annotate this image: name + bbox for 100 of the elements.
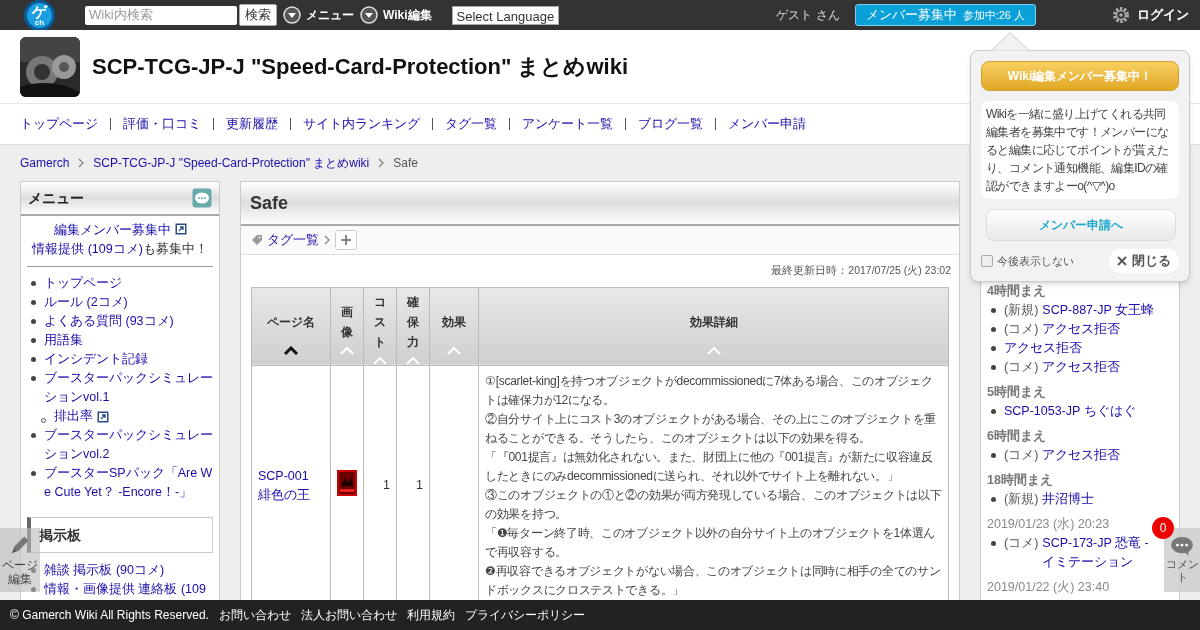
popup-message: Wikiを一緒に盛り上げてくれる共同編集者を募集中です！メンバーになると編集に応じてポイントが貰えたり、コメント通知機能、編集IDの確認ができますよーo(^▽^)o — [981, 101, 1179, 199]
nav-link[interactable]: アンケート一覧 — [522, 114, 613, 134]
effect-text: 「『001提言』は無効化されない。また、財団上に他の『001提言』が新たに収容違反したときにのみdecommissionedに送られ、それ以外でサイト上を離れない。」 — [485, 448, 934, 485]
site-title[interactable]: SCP-TCG-JP-J "Speed-Card-Protection" まとめwiki — [92, 50, 629, 83]
chevron-icon — [377, 158, 386, 168]
menu-link[interactable]: トップページ — [44, 274, 122, 293]
column-header[interactable]: 画像 — [330, 287, 364, 366]
nav-link[interactable]: タグ一覧 — [445, 114, 497, 134]
bullet-icon — [31, 281, 36, 286]
change-type: (新規) — [1004, 491, 1039, 508]
footer-link[interactable]: 利用規約 — [406, 606, 455, 624]
bullet-icon — [991, 497, 996, 502]
bullet-icon — [991, 409, 996, 414]
info-link[interactable]: 情報提供 (109コメ) — [32, 242, 143, 256]
footer-link[interactable]: お問い合わせ — [218, 606, 291, 624]
page-edit-button[interactable]: ページ編集 — [0, 528, 40, 592]
update-time: 5時間まえ — [987, 384, 1046, 401]
popup-title: Wiki編集メンバー募集中！ — [981, 61, 1179, 91]
bullet-icon — [991, 308, 996, 313]
chevron-icon — [77, 158, 86, 168]
recruit-link[interactable]: 編集メンバー募集中 — [53, 223, 171, 237]
update-link[interactable]: アクセス拒否 — [1042, 320, 1121, 339]
column-header[interactable]: ページ名 — [251, 287, 331, 366]
bullet-icon — [991, 453, 996, 458]
bullet-icon — [991, 365, 996, 370]
external-link-icon — [174, 223, 187, 235]
bullet-icon — [31, 319, 36, 324]
bullet-icon — [31, 300, 36, 305]
nav-link[interactable]: ブログ一覧 — [638, 114, 703, 134]
update-time: 18時間まえ — [987, 472, 1053, 489]
panel-title: メニュー — [28, 188, 84, 208]
login-button[interactable]: ログイン — [1137, 5, 1189, 25]
column-header[interactable]: 効果 — [429, 287, 479, 366]
menu-dropdown[interactable]: メニュー — [283, 6, 354, 24]
change-type: (コメ) — [1004, 535, 1039, 552]
menu-link[interactable]: インシデント記録 — [44, 350, 148, 369]
menu-link[interactable]: ブースターパックシミュレーションvol.1 — [44, 369, 213, 407]
search-field[interactable]: Wiki内検索 — [85, 5, 237, 25]
tags-link[interactable]: タグ一覧 — [267, 230, 319, 250]
update-link[interactable]: アクセス拒否 — [1042, 358, 1121, 377]
menu-dropdown[interactable]: Wiki編集 — [360, 6, 432, 24]
menu-link[interactable]: ブースターパックシミュレーションvol.2 — [44, 426, 213, 464]
close-button[interactable]: 閉じる — [1109, 249, 1179, 273]
bullet-icon — [31, 338, 36, 343]
bullet-icon — [31, 587, 36, 592]
copyright-text: © Gamerch Wiki All Rights Reserved. — [10, 607, 209, 624]
checkbox[interactable] — [981, 255, 993, 267]
nav-link[interactable]: 評価・口コミ — [123, 114, 201, 134]
effect-text: ❷再収容できるオブジェクトがない場合、このオブジェクトは同時に相手の全てのサンドボックスにクロステストできる。」 — [485, 562, 942, 599]
update-time: 4時間まえ — [987, 283, 1046, 300]
pencil-icon — [9, 534, 31, 556]
change-type: (新規) — [1004, 302, 1039, 319]
footer-link[interactable]: プライバシーポリシー — [464, 606, 585, 624]
bullet-icon — [31, 568, 36, 573]
language-select[interactable]: Select Language — [451, 5, 560, 25]
sort-icon[interactable] — [284, 345, 298, 355]
column-header[interactable]: 確保力 — [396, 287, 430, 366]
page-link[interactable]: SCP-001 緋色の王 — [258, 466, 324, 505]
update-time: 2019/01/22 (火) 23:40 — [987, 579, 1110, 596]
chat-icon[interactable] — [192, 188, 212, 208]
tag-icon — [251, 234, 263, 246]
settings-icon[interactable] — [1112, 6, 1130, 24]
nav-link[interactable]: トップページ — [20, 114, 98, 134]
nav-link[interactable]: 更新履歴 — [226, 114, 278, 134]
update-link[interactable]: SCP-887-JP 女王蜂 — [1042, 301, 1155, 320]
menu-link[interactable]: よくある質問 (93コメ) — [44, 312, 174, 331]
chevron-icon — [323, 235, 331, 245]
menu-link[interactable]: ブースターSPパック「Are We Cute Yet？ -Encore！-」 — [44, 464, 213, 502]
menu-link[interactable]: ルール (2コメ) — [44, 293, 128, 312]
effect-text: ③このオブジェクトの①と②の効果が両方発現している場合、このオブジェクトは以下の効果を持つ。 — [485, 486, 942, 523]
menu-link[interactable]: 雑談 掲示板 (90コメ) — [44, 561, 165, 580]
bullet-icon — [31, 471, 36, 476]
update-time: 2019/01/23 (水) 20:23 — [987, 516, 1110, 533]
chat-icon — [1170, 536, 1194, 556]
nav-link[interactable]: メンバー申請 — [728, 114, 806, 134]
effect-text: ②自分サイト上にコスト3のオブジェクトがある場合、その上にこのオブジェクトを重ねることができる。そうしたら、このオブジェクトは以下の効果を得る。 — [485, 410, 937, 447]
update-link[interactable]: SCP-1053-JP ちぐはぐ — [1004, 402, 1136, 421]
search-button[interactable]: 検索 — [239, 4, 277, 26]
menu-link[interactable]: 情報・画像提供 連絡板 (109 — [44, 580, 206, 599]
effect-text: 「❶毎ターン終了時、このオブジェクト以外の自分サイト上のオブジェクトを1体選んで再収容する。 — [485, 524, 936, 561]
nav-link[interactable]: サイト内ランキング — [303, 114, 420, 134]
bullet-icon — [31, 433, 36, 438]
footer-link[interactable]: 法人お問い合わせ — [300, 606, 397, 624]
breadcrumb-link[interactable]: Gamerch — [20, 154, 70, 172]
update-link[interactable]: 井沼博士 — [1042, 490, 1095, 509]
bullet-icon — [991, 327, 996, 332]
column-header[interactable]: コスト — [363, 287, 397, 366]
update-link[interactable]: アクセス拒否 — [1042, 446, 1121, 465]
menu-link[interactable]: 排出率 — [54, 407, 93, 426]
guest-name: ゲスト さん — [776, 7, 840, 24]
update-link[interactable]: アクセス拒否 — [1004, 339, 1082, 358]
column-header[interactable]: 効果詳細 — [478, 287, 949, 366]
add-icon[interactable] — [335, 230, 357, 250]
change-type: (コメ) — [1004, 447, 1039, 464]
breadcrumb-current: Safe — [393, 155, 418, 172]
dropdown-icon — [360, 6, 378, 24]
last-updated: 最終更新日時：2017/07/25 (火) 23:02 — [771, 263, 951, 278]
checkbox-label: 今後表示しない — [997, 253, 1074, 269]
menu-link[interactable]: 用語集 — [44, 331, 83, 350]
breadcrumb-link[interactable]: SCP-TCG-JP-J "Speed-Card-Protection" まとめwiki — [93, 154, 370, 172]
